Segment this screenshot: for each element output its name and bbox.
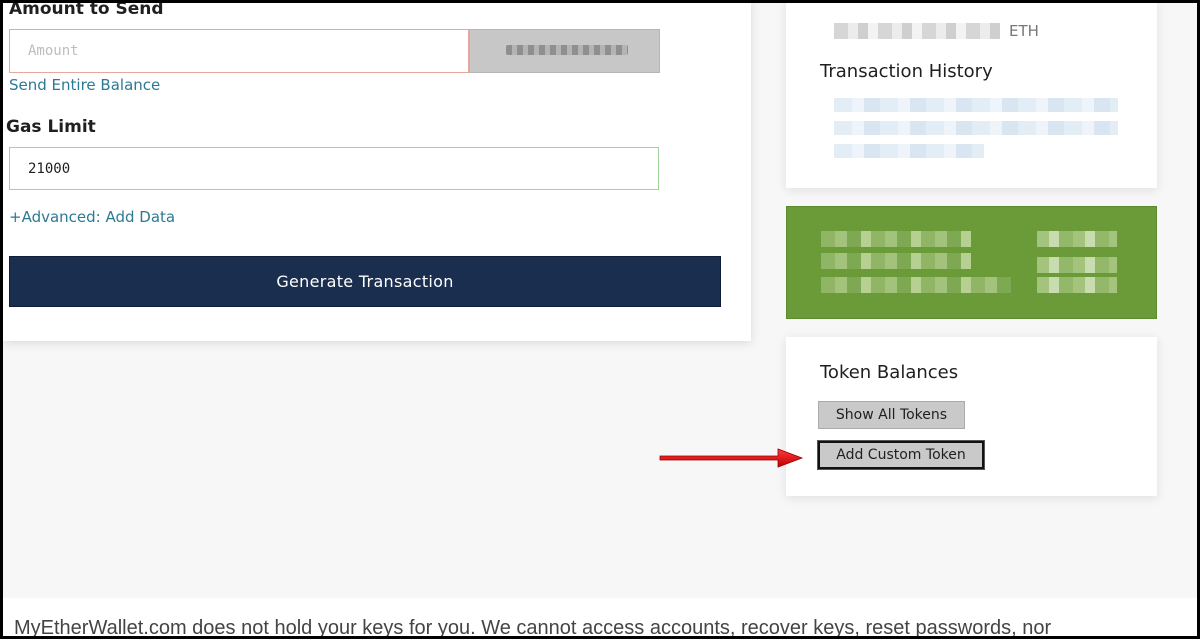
show-all-tokens-button[interactable]: Show All Tokens (818, 401, 965, 429)
send-entire-balance-link[interactable]: Send Entire Balance (9, 76, 160, 94)
send-transaction-panel: Amount to Send Send Entire Balance Gas L… (3, 0, 751, 341)
token-balances-title: Token Balances (820, 362, 959, 383)
balance-unit: ETH (1009, 22, 1039, 40)
balance-blurred-value (834, 23, 1000, 39)
gas-limit-input[interactable] (9, 147, 659, 190)
red-arrow-icon (659, 448, 804, 468)
currency-blurred-value (506, 45, 628, 55)
banner-blurred-text (821, 277, 1011, 293)
footer-disclaimer: MyEtherWallet.com does not hold your key… (14, 617, 1052, 639)
transaction-history-label: Transaction History (820, 61, 993, 82)
history-link-blurred[interactable] (834, 98, 1118, 112)
banner-blurred-text (1037, 231, 1117, 247)
generate-transaction-button[interactable]: Generate Transaction (9, 256, 721, 307)
banner-blurred-text (821, 253, 971, 269)
blurred-green-banner (786, 206, 1157, 319)
history-link-blurred[interactable] (834, 121, 1118, 135)
advanced-add-data-link[interactable]: +Advanced: Add Data (9, 208, 175, 226)
token-balances-card: Token Balances Show All Tokens Add Custo… (786, 337, 1157, 496)
banner-blurred-text (821, 231, 971, 247)
account-balance-label: Account Balance (820, 0, 962, 8)
banner-blurred-text (1037, 257, 1117, 273)
amount-label: Amount to Send (9, 0, 164, 19)
account-info-card: Account Balance ETH Transaction History (786, 0, 1157, 188)
banner-blurred-text (1037, 277, 1117, 293)
gas-limit-label: Gas Limit (6, 117, 96, 137)
history-link-blurred[interactable] (834, 144, 984, 158)
currency-dropdown[interactable] (469, 29, 660, 73)
amount-input[interactable] (9, 29, 469, 73)
add-custom-token-button[interactable]: Add Custom Token (818, 441, 984, 469)
